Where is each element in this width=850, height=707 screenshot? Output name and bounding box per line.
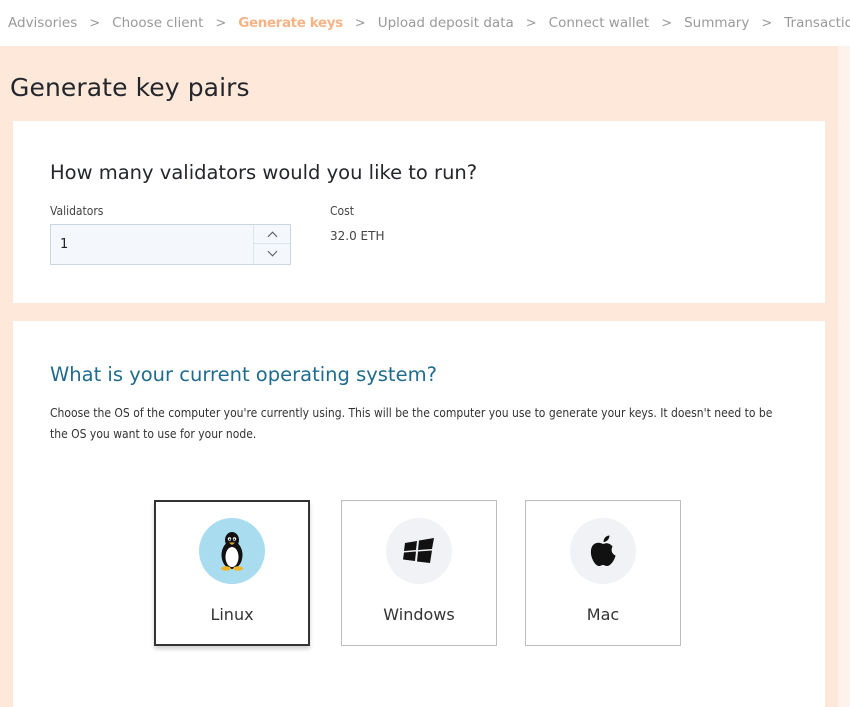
os-card: What is your current operating system? C…	[13, 321, 825, 707]
validators-card: How many validators would you like to ru…	[13, 121, 825, 303]
stepper-buttons	[253, 225, 290, 264]
windows-logo-icon	[403, 538, 434, 563]
breadcrumb: Advisories > Choose client > Generate ke…	[0, 0, 850, 46]
breadcrumb-step-summary[interactable]: Summary	[684, 15, 749, 31]
breadcrumb-separator: >	[661, 15, 673, 31]
os-description: Choose the OS of the computer you're cur…	[50, 406, 773, 441]
decrement-button[interactable]	[254, 244, 290, 263]
breadcrumb-step-choose-client[interactable]: Choose client	[112, 15, 203, 31]
validators-label: Validators	[50, 204, 104, 218]
validators-question: How many validators would you like to ru…	[50, 161, 478, 184]
breadcrumb-separator: >	[89, 15, 101, 31]
os-option-windows[interactable]: Windows	[341, 500, 497, 646]
page-title: Generate key pairs	[10, 73, 250, 102]
breadcrumb-step-advisories[interactable]: Advisories	[8, 15, 77, 31]
breadcrumb-separator: >	[761, 15, 773, 31]
os-option-linux[interactable]: Linux	[154, 500, 310, 646]
cost-value: 32.0 ETH	[330, 229, 385, 243]
chevron-down-icon	[267, 246, 277, 257]
breadcrumb-separator: >	[354, 15, 366, 31]
validators-input[interactable]	[51, 225, 253, 264]
apple-logo-icon	[590, 535, 616, 566]
cost-label: Cost	[330, 204, 354, 218]
chevron-up-icon	[267, 231, 277, 241]
os-icon-circle	[199, 518, 265, 584]
increment-button[interactable]	[254, 225, 290, 244]
linux-penguin-icon	[221, 532, 243, 571]
os-option-mac[interactable]: Mac	[525, 500, 681, 646]
breadcrumb-step-upload-deposit-data[interactable]: Upload deposit data	[378, 15, 514, 31]
breadcrumb-separator: >	[215, 15, 227, 31]
breadcrumb-step-generate-keys[interactable]: Generate keys	[238, 15, 343, 31]
page-edge	[838, 46, 850, 707]
os-question: What is your current operating system?	[50, 363, 437, 386]
os-label-windows: Windows	[383, 605, 455, 624]
breadcrumb-separator: >	[525, 15, 537, 31]
os-icon-circle	[570, 518, 636, 584]
os-label-linux: Linux	[210, 605, 254, 624]
breadcrumb-step-transactions[interactable]: Transactions	[784, 15, 850, 31]
os-label-mac: Mac	[586, 605, 620, 624]
os-icon-circle	[386, 518, 452, 584]
validators-stepper	[50, 224, 291, 265]
breadcrumb-step-connect-wallet[interactable]: Connect wallet	[549, 15, 650, 31]
